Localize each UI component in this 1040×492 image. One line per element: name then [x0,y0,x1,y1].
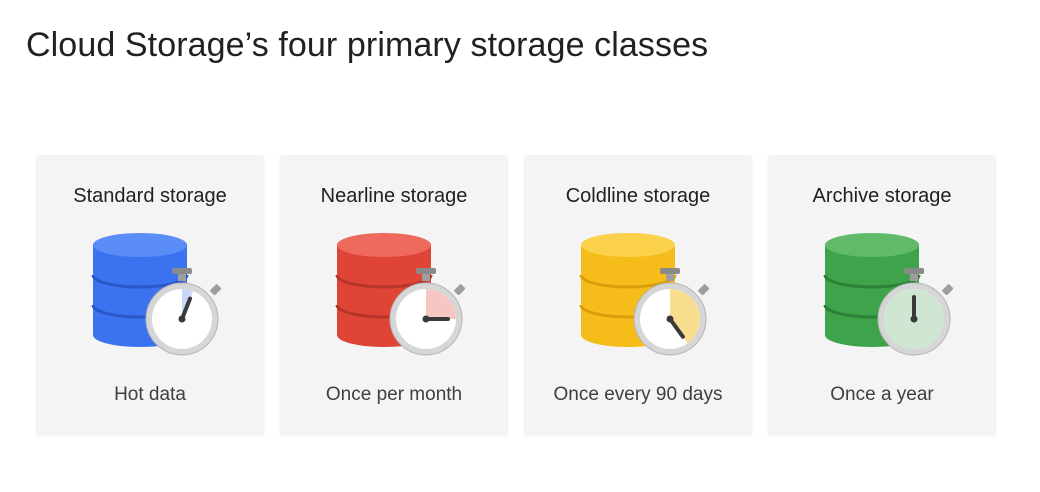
stopwatch-stem [422,273,430,281]
stopwatch-button [210,284,222,296]
database-stopwatch-icon [91,233,222,356]
card-title: Nearline storage [320,185,468,207]
stopwatch-pivot [178,315,186,323]
stopwatch-pivot [666,315,674,323]
card-caption: Hot data [114,384,186,405]
card-caption: Once per month [325,384,463,405]
card-nearline-storage: Nearline storage Once per month [280,155,508,435]
stopwatch-button [942,284,954,296]
slide: Cloud Storage’s four primary storage cla… [0,0,1040,492]
database-stopwatch-icon [579,233,710,356]
database-top [337,233,431,257]
stopwatch-stem [666,273,674,281]
stopwatch-pivot [422,315,430,323]
database-top [581,233,675,257]
database-stopwatch-icon [823,233,954,356]
card-standard-storage: Standard storage Hot data [36,155,264,435]
card-coldline-storage: Coldline storage Once every 90 days [524,155,752,435]
database-top [825,233,919,257]
stopwatch-crown [904,268,924,274]
card-title: Standard storage [73,185,227,207]
database-stopwatch-icon [335,233,466,356]
slide-title: Cloud Storage’s four primary storage cla… [26,26,709,64]
card-title: Archive storage [812,185,952,207]
stopwatch-stem [910,273,918,281]
stopwatch-button [698,284,710,296]
card-title: Coldline storage [565,185,711,207]
card-caption: Once a year [830,384,934,405]
stopwatch-crown [172,268,192,274]
card-caption: Once every 90 days [553,384,723,405]
stopwatch-stem [178,273,186,281]
stopwatch-button [454,284,466,296]
stopwatch-crown [660,268,680,274]
database-top [93,233,187,257]
storage-class-cards: Standard storage Hot data Nearline stora… [36,155,996,435]
card-archive-storage: Archive storage Once a year [768,155,996,435]
stopwatch-crown [416,268,436,274]
stopwatch-pivot [910,315,918,323]
